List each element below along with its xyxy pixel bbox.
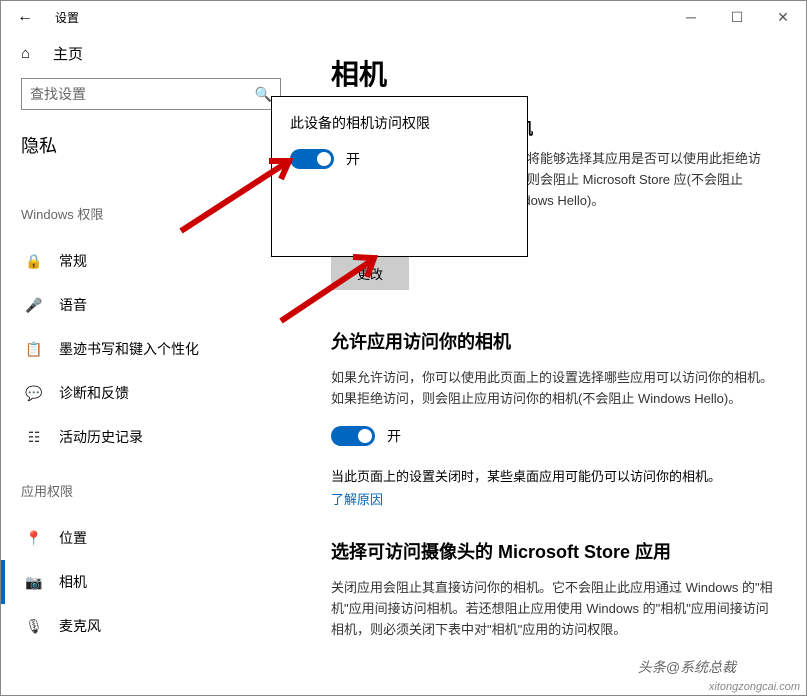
home-label: 主页 bbox=[53, 43, 83, 64]
nav-label: 诊断和反馈 bbox=[59, 383, 129, 403]
location-icon: 📍 bbox=[25, 529, 43, 547]
nav-label: 麦克风 bbox=[59, 616, 101, 636]
back-button[interactable]: ← bbox=[1, 1, 49, 33]
nav-location[interactable]: 📍 位置 bbox=[21, 516, 281, 560]
nav-inking[interactable]: 📋 墨迹书写和键入个性化 bbox=[21, 327, 281, 371]
section1-title: 相机 bbox=[501, 115, 776, 139]
inking-icon: 📋 bbox=[25, 340, 43, 358]
sidebar: ⌂ 主页 查找设置 🔍 隐私 Windows 权限 🔒 常规 🎤 语音 📋 墨迹… bbox=[1, 33, 301, 697]
nav-label: 墨迹书写和键入个性化 bbox=[59, 339, 199, 359]
section1-desc: 用户将能够选择其应用是否可以使用此拒绝访问，则会阻止 Microsoft Sto… bbox=[501, 149, 776, 211]
lock-icon: 🔒 bbox=[25, 252, 43, 270]
nav-label: 相机 bbox=[59, 572, 87, 592]
section2-title: 允许应用访问你的相机 bbox=[331, 328, 776, 354]
device-access-toggle[interactable] bbox=[290, 149, 334, 169]
section3-title: 选择可访问摄像头的 Microsoft Store 应用 bbox=[331, 538, 776, 564]
close-button[interactable]: ✕ bbox=[760, 1, 806, 33]
device-access-popup: 此设备的相机访问权限 开 bbox=[271, 96, 528, 257]
search-input[interactable]: 查找设置 🔍 bbox=[21, 78, 281, 110]
section3-desc: 关闭应用会阻止其直接访问你的相机。它不会阻止此应用通过 Windows 的"相机… bbox=[331, 578, 776, 640]
history-icon: ☷ bbox=[25, 428, 43, 446]
search-placeholder: 查找设置 bbox=[30, 84, 255, 104]
nav-camera[interactable]: 📷 相机 bbox=[21, 560, 281, 604]
note-text: 当此页面上的设置关闭时，某些桌面应用可能仍可以访问你的相机。 bbox=[331, 466, 776, 485]
nav-general[interactable]: 🔒 常规 bbox=[21, 239, 281, 283]
toggle-label: 开 bbox=[387, 426, 401, 446]
home-link[interactable]: ⌂ 主页 bbox=[21, 33, 281, 78]
nav-speech[interactable]: 🎤 语音 bbox=[21, 283, 281, 327]
feedback-icon: 💬 bbox=[25, 384, 43, 402]
learn-why-link[interactable]: 了解原因 bbox=[331, 489, 776, 508]
privacy-heading: 隐私 bbox=[21, 132, 281, 158]
watermark-tag: 头条@系统总裁 bbox=[638, 657, 736, 677]
group-windows-permissions: Windows 权限 bbox=[21, 204, 281, 223]
nav-label: 语音 bbox=[59, 295, 87, 315]
speech-icon: 🎤 bbox=[25, 296, 43, 314]
home-icon: ⌂ bbox=[21, 45, 39, 62]
page-title: 相机 bbox=[331, 53, 776, 93]
section2-desc: 如果允许访问，你可以使用此页面上的设置选择哪些应用可以访问你的相机。如果拒绝访问… bbox=[331, 368, 776, 410]
change-button[interactable]: 更改 bbox=[331, 257, 409, 290]
nav-label: 活动历史记录 bbox=[59, 427, 143, 447]
watermark-url: xitongzongcai.com bbox=[709, 681, 800, 693]
popup-title: 此设备的相机访问权限 bbox=[290, 113, 509, 133]
group-app-permissions: 应用权限 bbox=[21, 481, 281, 500]
nav-activity[interactable]: ☷ 活动历史记录 bbox=[21, 415, 281, 459]
maximize-button[interactable]: ☐ bbox=[714, 1, 760, 33]
search-icon: 🔍 bbox=[255, 86, 272, 103]
nav-microphone[interactable]: 🎙 麦克风 bbox=[21, 604, 281, 648]
apps-access-toggle[interactable] bbox=[331, 426, 375, 446]
nav-label: 常规 bbox=[59, 251, 87, 271]
nav-diagnostics[interactable]: 💬 诊断和反馈 bbox=[21, 371, 281, 415]
camera-icon: 📷 bbox=[25, 573, 43, 591]
window-title: 设置 bbox=[55, 9, 79, 26]
mic-icon: 🎙 bbox=[25, 617, 43, 635]
minimize-button[interactable]: ─ bbox=[668, 1, 714, 33]
popup-toggle-label: 开 bbox=[346, 149, 360, 169]
nav-label: 位置 bbox=[59, 528, 87, 548]
